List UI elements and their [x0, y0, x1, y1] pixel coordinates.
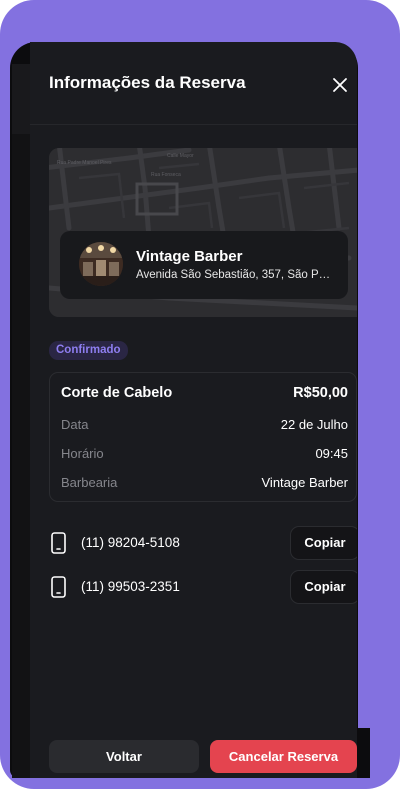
back-button[interactable]: Voltar: [49, 740, 199, 773]
date-label: Data: [61, 417, 89, 432]
close-icon[interactable]: [330, 75, 350, 95]
copy-phone-button[interactable]: Copiar: [290, 570, 357, 604]
map-label: Rua Padre Manoel Pires: [57, 160, 112, 166]
copy-phone-button[interactable]: Copiar: [290, 526, 357, 560]
barbershop-label: Barbearia: [61, 475, 118, 490]
sheet-header: Informações da Reserva: [30, 42, 357, 125]
backdrop-corner: [357, 728, 370, 778]
phone-number: (11) 98204-5108: [81, 535, 180, 550]
time-label: Horário: [61, 446, 104, 461]
cancel-booking-button[interactable]: Cancelar Reserva: [210, 740, 357, 773]
backdrop-strip: [12, 64, 32, 778]
sheet-title: Informações da Reserva: [49, 73, 246, 92]
barbershop-name: Vintage Barber: [136, 248, 243, 265]
barbershop-value: Vintage Barber: [261, 475, 349, 490]
barbershop-address: Avenida São Sebastião, 357, São Paulo: [136, 269, 336, 281]
booking-summary-card: Corte de Cabelo R$50,00 Data 22 de Julho…: [49, 372, 357, 502]
barbershop-card[interactable]: Vintage Barber Avenida São Sebastião, 35…: [60, 231, 348, 299]
map-label: Rua Fonseca: [151, 172, 181, 178]
smartphone-icon: [51, 532, 66, 554]
smartphone-icon: [51, 576, 66, 598]
backdrop-strip-header: [12, 64, 32, 134]
phone-row: (11) 98204-5108 Copiar: [49, 526, 357, 560]
service-name: Corte de Cabelo: [61, 385, 173, 401]
date-value: 22 de Julho: [280, 417, 348, 432]
phone-number: (11) 99503-2351: [81, 579, 180, 594]
phone-row: (11) 99503-2351 Copiar: [49, 570, 357, 604]
booking-details-sheet: Informações da Reserva Rua Padre Manoel …: [30, 42, 357, 778]
service-price: R$50,00: [293, 385, 348, 401]
status-badge: Confirmado: [49, 341, 128, 360]
time-value: 09:45: [315, 446, 348, 461]
barbershop-avatar: [79, 242, 123, 286]
map-label: Calle Mayor: [167, 153, 194, 159]
